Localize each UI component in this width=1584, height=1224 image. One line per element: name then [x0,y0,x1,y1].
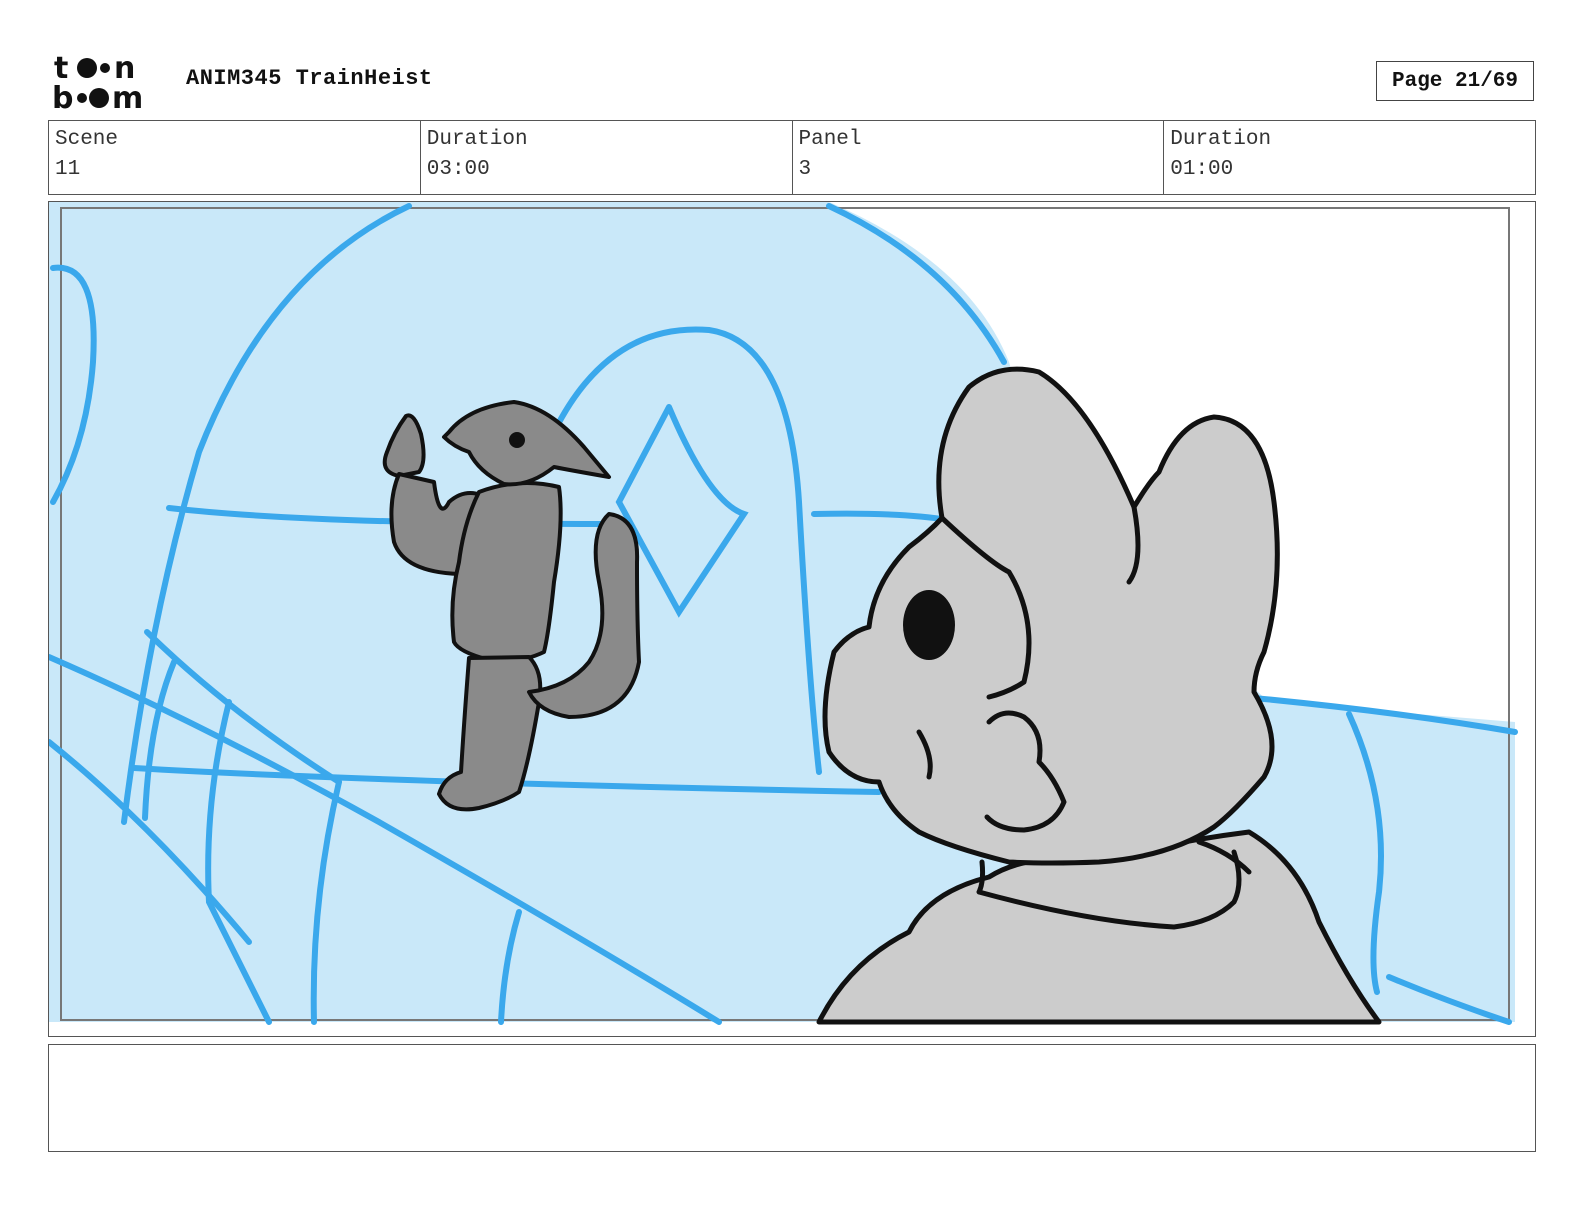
panel-cell: Panel 3 [793,121,1165,194]
scene-duration-value: 03:00 [426,158,490,181]
panel-sketch [49,202,1518,1025]
page-number: Page 21/69 [1376,61,1534,101]
toon-boom-logo: t n b m [52,51,143,112]
panel-duration-value: 01:00 [1170,158,1234,181]
svg-text:m: m [112,81,143,112]
scene-value: 11 [55,158,81,181]
storyboard-panel [48,201,1536,1037]
panel-duration-label: Duration [1170,128,1272,151]
panel-value: 3 [798,158,812,181]
scene-duration-label: Duration [426,128,528,151]
scene-info-table: Scene 11 Duration 03:00 Panel 3 Duration… [48,120,1536,195]
svg-text:b: b [52,81,73,112]
scene-duration-cell: Duration 03:00 [421,121,793,194]
panel-duration-cell: Duration 01:00 [1164,121,1535,194]
document-title: ANIM345 TrainHeist [186,66,433,91]
scene-cell: Scene 11 [49,121,421,194]
scene-label: Scene [55,128,119,151]
panel-notes-box [48,1044,1536,1152]
panel-label: Panel [798,128,862,151]
